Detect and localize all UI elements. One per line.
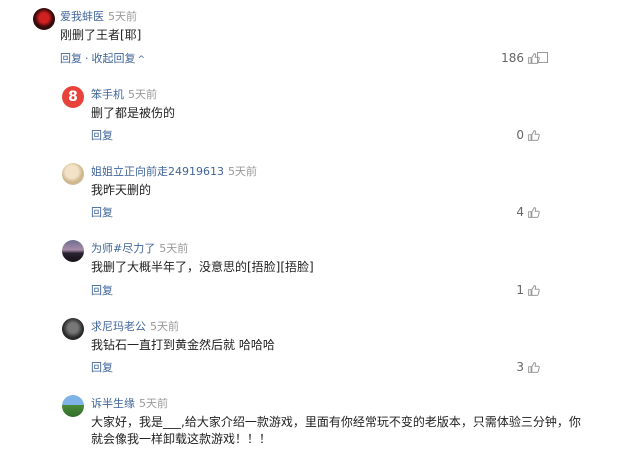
collapse-replies-button[interactable]: 收起回复	[92, 52, 136, 65]
like-counter[interactable]: 186	[501, 51, 540, 65]
comment-text: 删了都是被伤的	[91, 106, 176, 120]
avatar[interactable]	[62, 240, 84, 262]
comment-actions: 回复	[91, 361, 113, 374]
comment-actions: 回复	[91, 284, 113, 297]
comment-text: 我钻石一直打到黄金然后就 哈哈哈	[91, 338, 275, 352]
thumbs-up-icon[interactable]	[527, 129, 540, 142]
comment-meta: 爱我蚌医 5天前	[60, 10, 137, 23]
comment-meta: 为师#尽力了 5天前	[91, 242, 188, 255]
comment-meta: 笨手机 5天前	[91, 88, 157, 101]
like-counter[interactable]: 0	[516, 128, 540, 142]
thumbs-up-icon[interactable]	[527, 206, 540, 219]
username[interactable]: 笨手机	[91, 88, 124, 101]
like-count: 4	[516, 205, 524, 219]
like-count: 1	[516, 283, 524, 297]
avatar[interactable]: 8	[62, 86, 84, 108]
avatar[interactable]	[62, 318, 84, 340]
timestamp: 5天前	[139, 397, 168, 410]
reply-button[interactable]: 回复	[91, 361, 113, 374]
comment-actions: 回复	[91, 129, 113, 142]
comment-text-line-2: 就会像我一样卸载这款游戏！！！	[91, 432, 272, 446]
timestamp: 5天前	[128, 88, 157, 101]
thumbs-up-icon[interactable]	[527, 284, 540, 297]
like-counter[interactable]: 3	[516, 360, 540, 374]
like-count: 186	[501, 51, 524, 65]
avatar[interactable]	[33, 8, 55, 30]
like-counter[interactable]: 1	[516, 283, 540, 297]
timestamp: 5天前	[159, 242, 189, 255]
username[interactable]: 求尼玛老公	[91, 320, 146, 333]
avatar-glyph: 8	[68, 89, 78, 105]
timestamp: 5天前	[150, 320, 179, 333]
like-count: 0	[516, 128, 524, 142]
comment-meta: 诉半生缘 5天前	[91, 397, 168, 410]
comment-text: 我删了大概半年了，没意思的[捂脸][捂脸]	[91, 260, 314, 274]
reply-button[interactable]: 回复	[91, 206, 113, 219]
caret-up-icon: ^	[137, 55, 146, 65]
more-options-icon[interactable]	[537, 52, 548, 63]
comment-actions: 回复 · 收起回复 ^	[60, 52, 145, 67]
like-count: 3	[516, 360, 524, 374]
comment-meta: 姐姐立正向前走24919613 5天前	[91, 165, 257, 178]
comment-meta: 求尼玛老公 5天前	[91, 320, 179, 333]
separator: ·	[85, 52, 89, 65]
comment-text: 我昨天删的	[91, 183, 152, 197]
thumbs-up-icon[interactable]	[527, 361, 540, 374]
reply-button[interactable]: 回复	[91, 129, 113, 142]
comment-actions: 回复	[91, 206, 113, 219]
avatar[interactable]	[62, 395, 84, 417]
like-counter[interactable]: 4	[516, 205, 540, 219]
username[interactable]: 姐姐立正向前走24919613	[91, 165, 224, 178]
timestamp: 5天前	[108, 10, 137, 23]
username[interactable]: 诉半生缘	[91, 397, 135, 410]
reply-button[interactable]: 回复	[91, 284, 113, 297]
username[interactable]: 为师#尽力了	[91, 242, 155, 255]
reply-button[interactable]: 回复	[60, 52, 82, 65]
timestamp: 5天前	[228, 165, 257, 178]
comment-text: 刚删了王者[耶]	[60, 28, 142, 42]
username[interactable]: 爱我蚌医	[60, 10, 104, 23]
avatar[interactable]	[62, 163, 84, 185]
